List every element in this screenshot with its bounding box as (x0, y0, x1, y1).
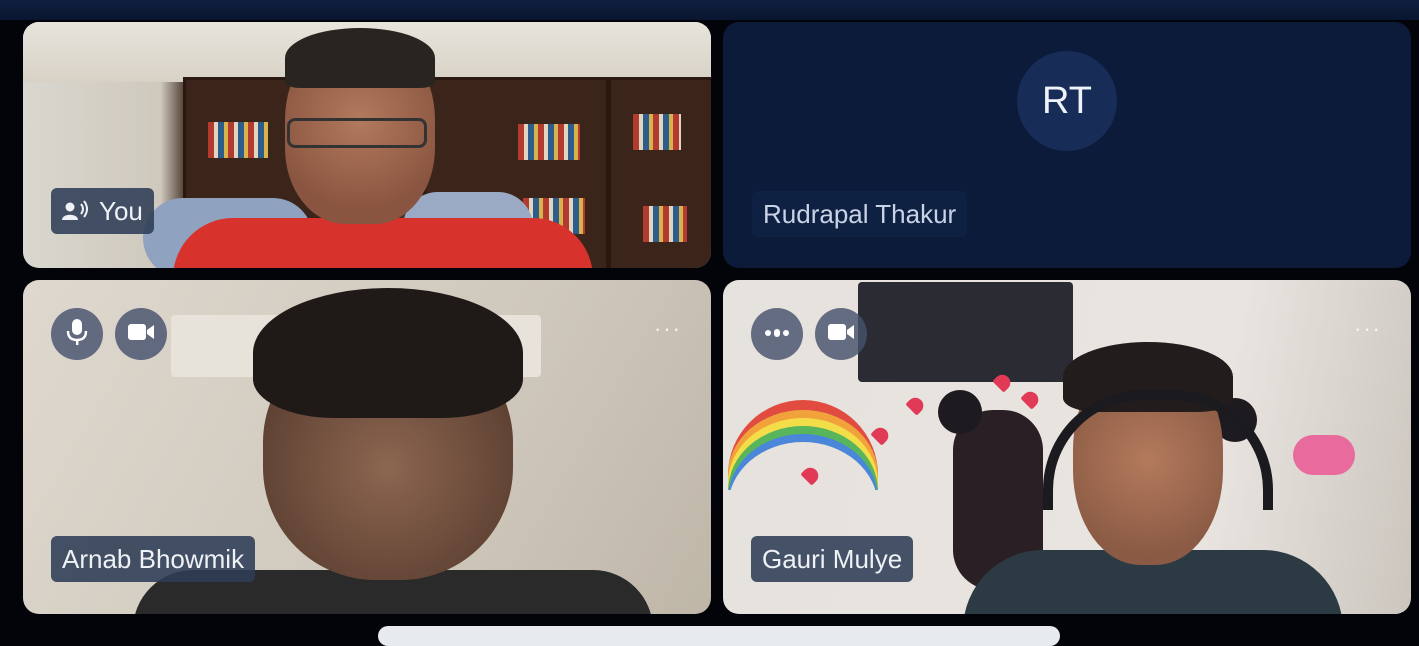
participant-name-label: Gauri Mulye (751, 536, 914, 582)
books (633, 114, 681, 150)
books (518, 124, 580, 160)
more-options-icon: ··· (654, 316, 682, 341)
video-tile-gauri-mulye[interactable]: ··· Gauri Mulye (723, 280, 1411, 614)
books (208, 122, 268, 158)
heart-decal (905, 394, 927, 416)
glasses (287, 118, 427, 148)
participant-name: Gauri Mulye (762, 543, 903, 574)
more-options-button[interactable]: ··· (1354, 316, 1382, 342)
participant-name: You (99, 195, 143, 226)
books (643, 206, 687, 242)
person-hair (253, 288, 523, 418)
more-options-button[interactable]: ··· (654, 316, 682, 342)
person-shirt (173, 218, 593, 268)
audio-level-icon (764, 325, 790, 343)
camera-button[interactable] (815, 308, 867, 360)
video-tile-arnab-bhowmik[interactable]: ··· Arnab Bhowmik (23, 280, 711, 614)
participant-name: Rudrapal Thakur (763, 198, 957, 229)
participant-name: Arnab Bhowmik (62, 543, 245, 574)
video-camera-icon (827, 322, 855, 347)
participant-name-label: You (51, 188, 154, 234)
participant-name-label: Arnab Bhowmik (51, 536, 256, 582)
participant-name-label: Rudrapal Thakur (752, 191, 968, 237)
audio-level-button[interactable] (751, 308, 803, 360)
more-options-icon: ··· (1354, 316, 1382, 341)
video-camera-icon (127, 322, 155, 347)
video-tile-rudrapal-thakur[interactable]: RT Rudrapal Thakur (723, 22, 1411, 268)
heart-decal (870, 424, 892, 446)
microphone-icon (66, 318, 88, 351)
camera-button[interactable] (115, 308, 167, 360)
speaking-person-icon (62, 200, 90, 222)
avatar-initials: RT (1042, 79, 1092, 122)
mickey-ear (938, 390, 982, 434)
next-tile-edge (378, 626, 1060, 646)
microphone-button[interactable] (51, 308, 103, 360)
cloud-decal (1293, 435, 1355, 475)
avatar: RT (1017, 51, 1117, 151)
video-tile-you[interactable]: You (23, 22, 711, 268)
heart-decal (1020, 388, 1042, 410)
top-bar (0, 0, 1419, 20)
photo-frames (858, 282, 1073, 382)
person-hair (285, 28, 435, 88)
